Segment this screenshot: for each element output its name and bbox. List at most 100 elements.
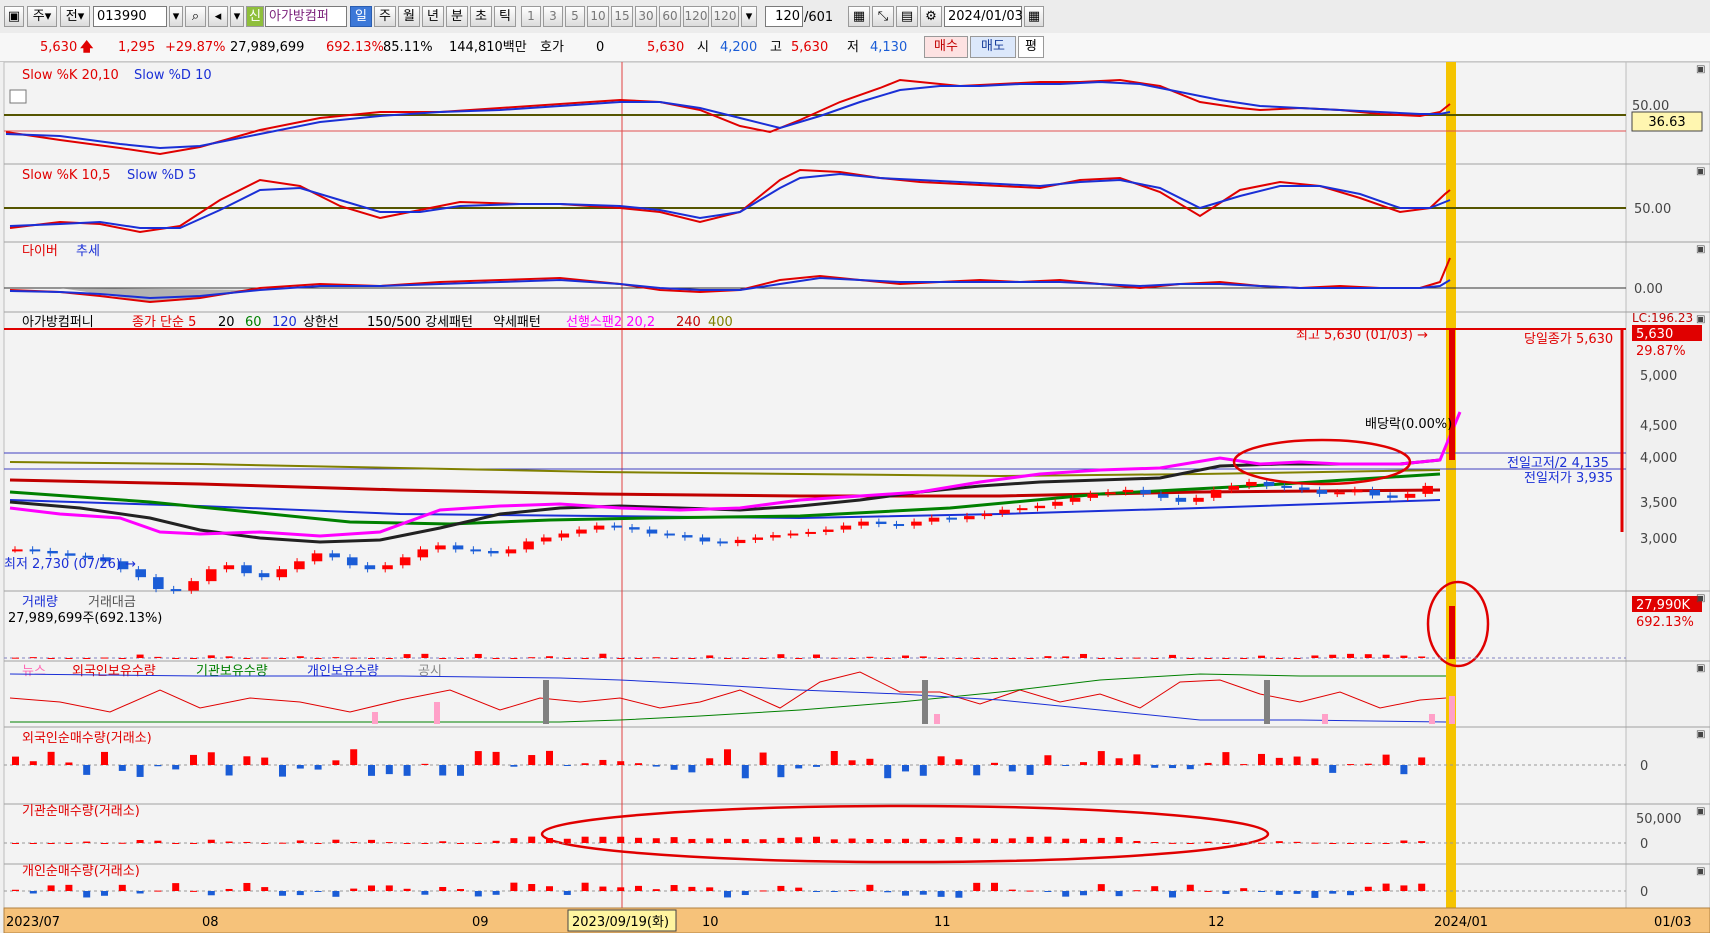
bar bbox=[1169, 842, 1176, 844]
bar bbox=[1115, 891, 1123, 897]
gear-icon[interactable]: ⚙ bbox=[920, 6, 942, 27]
stock-chart[interactable]: 36.63 50.00 Slow %K 20,10 Slow %D 10 50.… bbox=[0, 62, 1710, 933]
bar bbox=[1418, 883, 1426, 891]
bar bbox=[777, 837, 785, 843]
code-dropdown-icon[interactable]: ▾ bbox=[169, 6, 183, 27]
bar bbox=[955, 837, 963, 843]
svg-text:▣: ▣ bbox=[1696, 729, 1705, 740]
bar bbox=[332, 657, 340, 659]
minute-option-label: 10 bbox=[590, 9, 606, 23]
candle bbox=[946, 517, 957, 520]
bar bbox=[563, 658, 571, 659]
volume-label: 거래량 bbox=[22, 595, 58, 610]
grid-toggle-icon[interactable] bbox=[9, 89, 27, 104]
minute-option[interactable]: 1 bbox=[521, 6, 541, 27]
bar bbox=[1080, 891, 1087, 896]
interval-year[interactable]: 년 bbox=[422, 6, 444, 27]
minute-option[interactable]: 3 bbox=[543, 6, 563, 27]
bar bbox=[724, 838, 731, 843]
interval-second[interactable]: 초 bbox=[470, 6, 492, 27]
search-icon[interactable]: ⌕ bbox=[185, 6, 206, 27]
minute-dropdown-icon[interactable]: ▾ bbox=[741, 6, 757, 27]
inst-tick: 0 bbox=[1640, 837, 1648, 852]
minute-custom[interactable]: 120 bbox=[711, 6, 739, 27]
minute-option[interactable]: 120 bbox=[683, 6, 709, 27]
bar bbox=[1133, 840, 1141, 843]
interval-day[interactable]: 일 bbox=[350, 6, 372, 27]
bar bbox=[635, 885, 642, 891]
bar bbox=[777, 765, 785, 778]
inst-tick: 50,000 bbox=[1636, 812, 1682, 827]
bar bbox=[1293, 658, 1301, 659]
bar bbox=[1293, 841, 1301, 843]
bar bbox=[1080, 838, 1087, 843]
stoch2-tick: 50.00 bbox=[1634, 202, 1671, 217]
candle bbox=[840, 525, 852, 530]
minute-option[interactable]: 60 bbox=[659, 6, 681, 27]
candle bbox=[470, 549, 481, 552]
bar bbox=[154, 890, 162, 892]
bar bbox=[1258, 753, 1265, 765]
minute-option[interactable]: 10 bbox=[587, 6, 609, 27]
bar bbox=[1364, 843, 1372, 844]
flat-button[interactable]: 평 bbox=[1018, 36, 1044, 58]
x-tick: 2023/07 bbox=[6, 915, 60, 930]
bar bbox=[866, 838, 874, 843]
interval-week[interactable]: 주 bbox=[374, 6, 396, 27]
candle bbox=[999, 509, 1010, 514]
buy-button[interactable]: 매수 bbox=[924, 36, 968, 58]
svg-text:▣: ▣ bbox=[1696, 64, 1705, 75]
candle bbox=[505, 549, 517, 554]
bar bbox=[795, 765, 803, 769]
bar bbox=[688, 658, 696, 659]
interval-tick[interactable]: 틱 bbox=[494, 6, 516, 27]
interval-minute[interactable]: 분 bbox=[446, 6, 468, 27]
stoch1-tick: 50.00 bbox=[1632, 99, 1669, 114]
candle bbox=[822, 529, 834, 532]
bar bbox=[261, 657, 269, 659]
stock-code-input[interactable]: 013990 bbox=[93, 6, 167, 27]
minute-option[interactable]: 5 bbox=[565, 6, 585, 27]
bar bbox=[670, 765, 678, 770]
bar bbox=[777, 654, 785, 658]
bar bbox=[1418, 656, 1426, 658]
bar bbox=[581, 836, 589, 843]
candle bbox=[787, 533, 799, 536]
calendar-icon[interactable]: ▦ bbox=[1024, 6, 1044, 27]
bar bbox=[1240, 843, 1248, 844]
date-input[interactable]: 2024/01/03 bbox=[944, 6, 1023, 27]
speaker-dropdown-icon[interactable]: ▾ bbox=[230, 6, 244, 27]
bar bbox=[457, 889, 464, 891]
bar-count-input[interactable]: 120 bbox=[765, 6, 803, 27]
bar bbox=[65, 658, 73, 659]
compare-icon[interactable]: ▦ bbox=[848, 6, 870, 27]
minute-option[interactable]: 15 bbox=[611, 6, 633, 27]
chart-menu-icon[interactable]: ▣ bbox=[4, 6, 24, 27]
legend-stock: 아가방컴퍼니 bbox=[22, 315, 94, 330]
prev-high-note: 전일고저/2 4,135 bbox=[1507, 456, 1609, 471]
bar bbox=[919, 891, 927, 895]
bar bbox=[421, 763, 429, 765]
bar bbox=[1364, 763, 1372, 765]
bar bbox=[1418, 841, 1426, 843]
period-select[interactable]: 주▾ bbox=[27, 6, 57, 27]
bar bbox=[65, 762, 73, 765]
save-icon[interactable]: ▤ bbox=[896, 6, 918, 27]
sell-button[interactable]: 매도 bbox=[970, 36, 1016, 58]
bar bbox=[243, 756, 251, 765]
bar bbox=[350, 749, 358, 765]
minute-option[interactable]: 30 bbox=[635, 6, 657, 27]
bar bbox=[1400, 655, 1408, 658]
speaker-icon[interactable]: ◂ bbox=[208, 6, 228, 27]
stoch1-value-box: 36.63 bbox=[1648, 115, 1685, 130]
prev-button[interactable]: 전▾ bbox=[60, 6, 90, 27]
interval-month[interactable]: 월 bbox=[398, 6, 420, 27]
bar bbox=[919, 656, 927, 658]
stock-name-field[interactable]: 아가방컴퍼 bbox=[265, 6, 347, 27]
bar bbox=[991, 838, 998, 843]
bar bbox=[991, 762, 998, 765]
bar bbox=[848, 760, 856, 765]
bar bbox=[1169, 765, 1176, 769]
candle bbox=[805, 531, 816, 534]
drawing-icon[interactable]: ⤡ bbox=[872, 6, 894, 27]
